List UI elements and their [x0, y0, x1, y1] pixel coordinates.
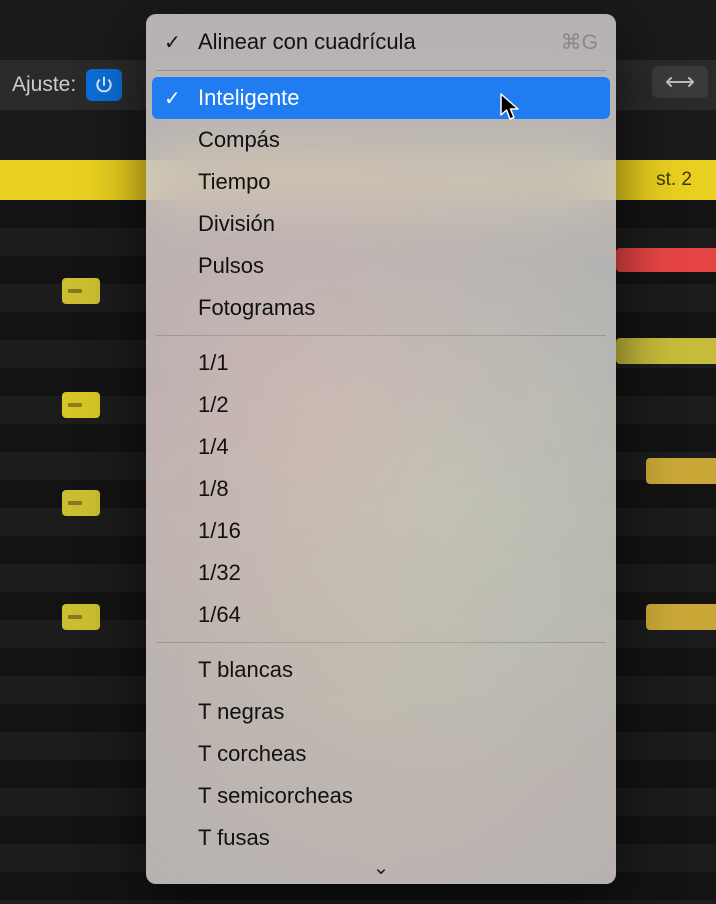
menu-divider — [156, 642, 606, 643]
horizontal-arrows-icon — [666, 74, 694, 90]
menu-item-label: 1/2 — [198, 392, 229, 418]
menu-item-label: Fotogramas — [198, 295, 315, 321]
menu-item-t-sixteenth[interactable]: T semicorcheas — [146, 775, 616, 817]
menu-divider — [156, 70, 606, 71]
menu-item-frames[interactable]: Fotogramas — [146, 287, 616, 329]
menu-item-label: Compás — [198, 127, 280, 153]
menu-item-label: 1/4 — [198, 434, 229, 460]
horizontal-zoom-button[interactable] — [652, 66, 708, 98]
snap-toggle-button[interactable] — [86, 69, 122, 101]
menu-item-t-quarter[interactable]: T negras — [146, 691, 616, 733]
menu-item-1-2[interactable]: 1/2 — [146, 384, 616, 426]
menu-item-division[interactable]: División — [146, 203, 616, 245]
menu-item-label: 1/64 — [198, 602, 241, 628]
chevron-down-icon[interactable]: ⌄ — [373, 855, 390, 880]
menu-item-label: T semicorcheas — [198, 783, 353, 809]
snap-menu: ✓ Alinear con cuadrícula ⌘G ✓ Inteligent… — [146, 14, 616, 884]
menu-divider — [156, 335, 606, 336]
region[interactable] — [616, 248, 716, 272]
snap-label: Ajuste: — [12, 73, 76, 97]
menu-item-align-to-grid[interactable]: ✓ Alinear con cuadrícula ⌘G — [146, 20, 616, 64]
menu-item-1-32[interactable]: 1/32 — [146, 552, 616, 594]
menu-item-beat[interactable]: Tiempo — [146, 161, 616, 203]
menu-item-label: T negras — [198, 699, 284, 725]
region[interactable] — [646, 458, 716, 484]
region[interactable] — [62, 392, 100, 418]
menu-item-1-16[interactable]: 1/16 — [146, 510, 616, 552]
menu-item-ticks[interactable]: Pulsos — [146, 245, 616, 287]
menu-item-1-64[interactable]: 1/64 — [146, 594, 616, 636]
menu-item-label: T blancas — [198, 657, 293, 683]
menu-item-t-thirtysecond[interactable]: T fusas — [146, 817, 616, 859]
region[interactable] — [62, 604, 100, 630]
region[interactable] — [62, 490, 100, 516]
menu-item-1-8[interactable]: 1/8 — [146, 468, 616, 510]
menu-item-t-eighth[interactable]: T corcheas — [146, 733, 616, 775]
menu-item-label: 1/16 — [198, 518, 241, 544]
power-icon — [94, 75, 114, 95]
menu-item-label: Tiempo — [198, 169, 271, 195]
menu-shortcut: ⌘G — [561, 30, 598, 55]
menu-item-label: T fusas — [198, 825, 270, 851]
menu-item-label: T corcheas — [198, 741, 306, 767]
menu-item-label: División — [198, 211, 275, 237]
menu-item-label: Inteligente — [198, 85, 300, 111]
check-icon: ✓ — [164, 86, 181, 111]
menu-item-label: Alinear con cuadrícula — [198, 29, 416, 55]
region[interactable] — [616, 338, 716, 364]
check-icon: ✓ — [164, 30, 181, 55]
ruler-marker-label: st. 2 — [656, 169, 692, 191]
menu-item-1-4[interactable]: 1/4 — [146, 426, 616, 468]
region[interactable] — [646, 604, 716, 630]
menu-item-smart[interactable]: ✓ Inteligente — [152, 77, 610, 119]
menu-item-label: Pulsos — [198, 253, 264, 279]
menu-item-label: 1/1 — [198, 350, 229, 376]
region[interactable] — [62, 278, 100, 304]
menu-item-1-1[interactable]: 1/1 — [146, 342, 616, 384]
menu-item-label: 1/8 — [198, 476, 229, 502]
menu-item-t-half[interactable]: T blancas — [146, 649, 616, 691]
menu-item-label: 1/32 — [198, 560, 241, 586]
menu-item-bar[interactable]: Compás — [146, 119, 616, 161]
